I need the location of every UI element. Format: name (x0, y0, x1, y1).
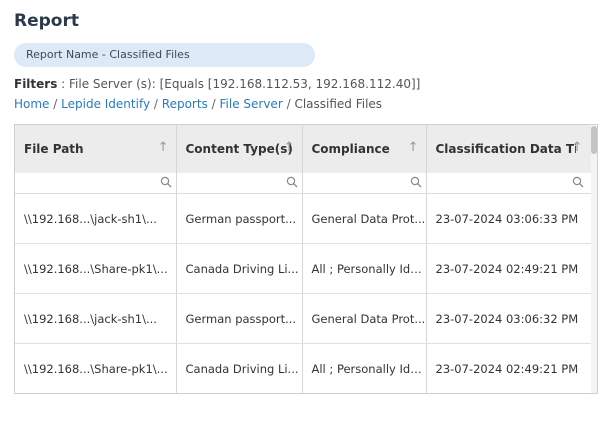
search-icon[interactable] (410, 176, 422, 188)
breadcrumb-separator: / (211, 97, 216, 111)
cell-compliance: All ; Personally Ide... (302, 343, 427, 393)
breadcrumb-separator: / (53, 97, 58, 111)
cell-content-types: German passport... (176, 193, 303, 244)
breadcrumb: Home / Lepide Identify / Reports / File … (14, 97, 382, 111)
report-table: File Path ↑ Content Type(s) ↑ Compliance… (15, 125, 594, 393)
filter-cell-classification-data-time[interactable] (426, 173, 594, 194)
column-header-label: Content Type(s) (185, 142, 293, 157)
page-title: Report (14, 11, 79, 31)
filters-label: Filters (14, 77, 58, 91)
column-header-file-path[interactable]: File Path ↑ (15, 125, 177, 173)
cell-content-types: German passport... (176, 293, 303, 344)
breadcrumb-file-server[interactable]: File Server (220, 97, 283, 111)
column-header-classification-data-time[interactable]: Classification Data Time ↑ (426, 125, 594, 173)
breadcrumb-current: Classified Files (294, 97, 383, 111)
cell-file-path: \\192.168...\Share-pk1\... (15, 243, 177, 294)
cell-classification-time: 23-07-2024 02:49:21 PM (426, 243, 594, 294)
breadcrumb-reports[interactable]: Reports (162, 97, 208, 111)
filter-cell-file-path[interactable] (15, 173, 177, 194)
cell-content-types: Canada Driving Li... (176, 343, 303, 393)
scrollbar-thumb[interactable] (591, 126, 597, 154)
breadcrumb-separator: / (153, 97, 158, 111)
table-row[interactable]: \\192.168...\jack-sh1\... German passpor… (15, 293, 594, 344)
search-icon[interactable] (572, 176, 584, 188)
cell-compliance: General Data Prot... (302, 293, 427, 344)
cell-classification-time: 23-07-2024 03:06:33 PM (426, 193, 594, 244)
cell-compliance: All ; Personally Ide... (302, 243, 427, 294)
report-grid: File Path ↑ Content Type(s) ↑ Compliance… (14, 124, 598, 394)
filter-row (15, 173, 594, 194)
cell-classification-time: 23-07-2024 02:49:21 PM (426, 343, 594, 393)
breadcrumb-separator: / (286, 97, 291, 111)
table-row[interactable]: \\192.168...\Share-pk1\... Canada Drivin… (15, 243, 594, 294)
search-icon[interactable] (286, 176, 298, 188)
filters-text: : File Server (s): [Equals [192.168.112.… (57, 77, 421, 91)
cell-file-path: \\192.168...\Share-pk1\... (15, 343, 177, 393)
column-header-compliance[interactable]: Compliance ↑ (302, 125, 427, 173)
filter-cell-compliance[interactable] (302, 173, 427, 194)
sort-arrow-up-icon[interactable]: ↑ (158, 140, 169, 155)
column-header-content-types[interactable]: Content Type(s) ↑ (176, 125, 303, 173)
sort-arrow-up-icon[interactable]: ↑ (572, 140, 583, 155)
cell-classification-time: 23-07-2024 03:06:32 PM (426, 293, 594, 344)
search-icon[interactable] (160, 176, 172, 188)
cell-file-path: \\192.168...\jack-sh1\... (15, 293, 177, 344)
report-name-badge: Report Name - Classified Files (14, 43, 315, 67)
sort-arrow-up-icon[interactable]: ↑ (408, 140, 419, 155)
column-header-label: Classification Data Time (435, 142, 576, 157)
column-header-label: Compliance (311, 142, 390, 157)
sort-arrow-up-icon[interactable]: ↑ (284, 140, 295, 155)
vertical-scrollbar[interactable] (591, 125, 597, 393)
breadcrumb-home[interactable]: Home (14, 97, 49, 111)
filter-cell-content-types[interactable] (176, 173, 303, 194)
cell-file-path: \\192.168...\jack-sh1\... (15, 193, 177, 244)
table-row[interactable]: \\192.168...\jack-sh1\... German passpor… (15, 193, 594, 244)
header-row: File Path ↑ Content Type(s) ↑ Compliance… (15, 125, 594, 173)
table-row[interactable]: \\192.168...\Share-pk1\... Canada Drivin… (15, 343, 594, 393)
column-header-label: File Path (24, 142, 84, 157)
cell-compliance: General Data Prot... (302, 193, 427, 244)
filters-summary: Filters : File Server (s): [Equals [192.… (14, 77, 420, 91)
cell-content-types: Canada Driving Li... (176, 243, 303, 294)
breadcrumb-lepide-identify[interactable]: Lepide Identify (61, 97, 150, 111)
